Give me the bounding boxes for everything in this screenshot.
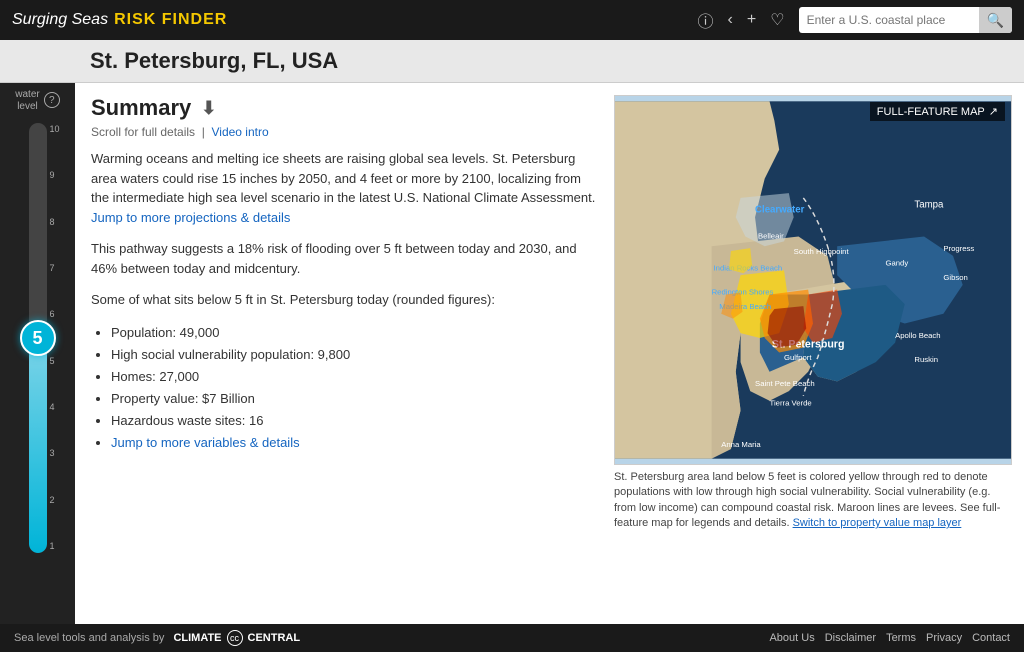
switch-map-layer-link[interactable]: Switch to property value map layer [793, 517, 962, 529]
map-container: FULL-FEATURE MAP ↗ [614, 95, 1012, 465]
external-link-icon: ↗ [989, 105, 998, 118]
tick-9: 9 [49, 171, 59, 180]
tick-5: 5 [49, 357, 59, 366]
header-controls: ⓘ ‹ + ♡ 🔍 [698, 7, 1012, 33]
paragraph-1: Warming oceans and melting ice sheets ar… [91, 149, 598, 227]
projections-link-1[interactable]: Jump to more projections & details [91, 210, 290, 225]
summary-heading: Summary ⬇ [91, 95, 598, 121]
list-item: High social vulnerability population: 9,… [111, 344, 598, 366]
climate-brand: CLIMATE [173, 632, 221, 644]
main-layout: waterlevel ? 10 9 8 7 6 5 4 3 [0, 83, 1024, 624]
scroll-note: Scroll for full details | Video intro [91, 125, 598, 139]
logo: Surging Seas RISK FINDER [12, 11, 227, 29]
footer-right: About Us Disclaimer Terms Privacy Contac… [769, 632, 1010, 644]
bullet-list: Population: 49,000 High social vulnerabi… [91, 322, 598, 455]
info-icon[interactable]: ⓘ [698, 8, 714, 32]
svg-text:Gibson: Gibson [943, 273, 967, 282]
help-icon[interactable]: ? [44, 92, 60, 108]
tick-7: 7 [49, 264, 59, 273]
list-item: Hazardous waste sites: 16 [111, 410, 598, 432]
paragraph-2: This pathway suggests a 18% risk of floo… [91, 239, 598, 278]
list-item: Homes: 27,000 [111, 366, 598, 388]
list-item: Population: 49,000 [111, 322, 598, 344]
logo-risk: RISK FINDER [114, 11, 227, 29]
svg-text:Belleair: Belleair [758, 231, 784, 240]
search-input[interactable] [799, 13, 979, 27]
city-bar: St. Petersburg, FL, USA [0, 40, 1024, 83]
tick-4: 4 [49, 403, 59, 412]
download-icon[interactable]: ⬇ [201, 98, 216, 119]
svg-text:Gulfport: Gulfport [784, 353, 812, 362]
contact-link[interactable]: Contact [972, 632, 1010, 644]
svg-text:Tampa: Tampa [914, 200, 944, 211]
svg-text:Tierra Verde: Tierra Verde [770, 399, 812, 408]
footer-left: Sea level tools and analysis by CLIMATE … [14, 630, 300, 646]
logo-surging: Surging Seas [12, 11, 108, 29]
about-us-link[interactable]: About Us [769, 632, 814, 644]
map-svg: St. Petersburg Clearwater Tampa Indian R… [615, 96, 1011, 464]
search-bar: 🔍 [799, 7, 1012, 33]
tick-2: 2 [49, 496, 59, 505]
svg-text:Redington Shores: Redington Shores [712, 287, 774, 296]
map-caption: St. Petersburg area land below 5 feet is… [614, 470, 1012, 532]
map-panel: FULL-FEATURE MAP ↗ [614, 83, 1024, 624]
central-brand: CENTRAL [248, 632, 301, 644]
add-icon[interactable]: + [747, 11, 756, 29]
paragraph-3: Some of what sits below 5 ft in St. Pete… [91, 290, 598, 310]
search-button[interactable]: 🔍 [979, 7, 1012, 33]
water-level-label: waterlevel [15, 89, 39, 113]
sidebar: waterlevel ? 10 9 8 7 6 5 4 3 [0, 83, 75, 624]
tick-8: 8 [49, 218, 59, 227]
video-intro-link[interactable]: Video intro [212, 125, 269, 139]
gauge-value-marker[interactable]: 5 [20, 320, 56, 356]
content-panel: Summary ⬇ Scroll for full details | Vide… [75, 83, 614, 624]
svg-text:Ruskin: Ruskin [914, 355, 938, 364]
disclaimer-link[interactable]: Disclaimer [825, 632, 876, 644]
back-icon[interactable]: ‹ [728, 11, 733, 29]
tick-1: 1 [49, 542, 59, 551]
cc-logo-icon: cc [227, 630, 243, 646]
full-feature-map-button[interactable]: FULL-FEATURE MAP ↗ [870, 102, 1005, 121]
city-title: St. Petersburg, FL, USA [90, 48, 1012, 74]
svg-text:Saint Pete Beach: Saint Pete Beach [755, 379, 815, 388]
tick-3: 3 [49, 449, 59, 458]
more-variables-link[interactable]: Jump to more variables & details [111, 435, 300, 450]
svg-text:Anna Maria: Anna Maria [721, 440, 761, 449]
privacy-link[interactable]: Privacy [926, 632, 962, 644]
svg-text:Gandy: Gandy [885, 259, 908, 268]
heart-icon[interactable]: ♡ [770, 10, 784, 30]
gauge-container: 10 9 8 7 6 5 4 3 2 1 5 [12, 123, 64, 624]
list-item: Jump to more variables & details [111, 432, 598, 454]
svg-text:Progress: Progress [943, 244, 974, 253]
footer: Sea level tools and analysis by CLIMATE … [0, 624, 1024, 652]
footer-text: Sea level tools and analysis by [14, 632, 164, 644]
svg-text:Clearwater: Clearwater [755, 204, 805, 215]
list-item: Property value: $7 Billion [111, 388, 598, 410]
svg-text:Apollo Beach: Apollo Beach [895, 331, 941, 340]
tick-6: 6 [49, 310, 59, 319]
tick-10: 10 [49, 125, 59, 134]
header: Surging Seas RISK FINDER ⓘ ‹ + ♡ 🔍 [0, 0, 1024, 40]
terms-link[interactable]: Terms [886, 632, 916, 644]
svg-text:South Highpoint: South Highpoint [794, 247, 850, 256]
